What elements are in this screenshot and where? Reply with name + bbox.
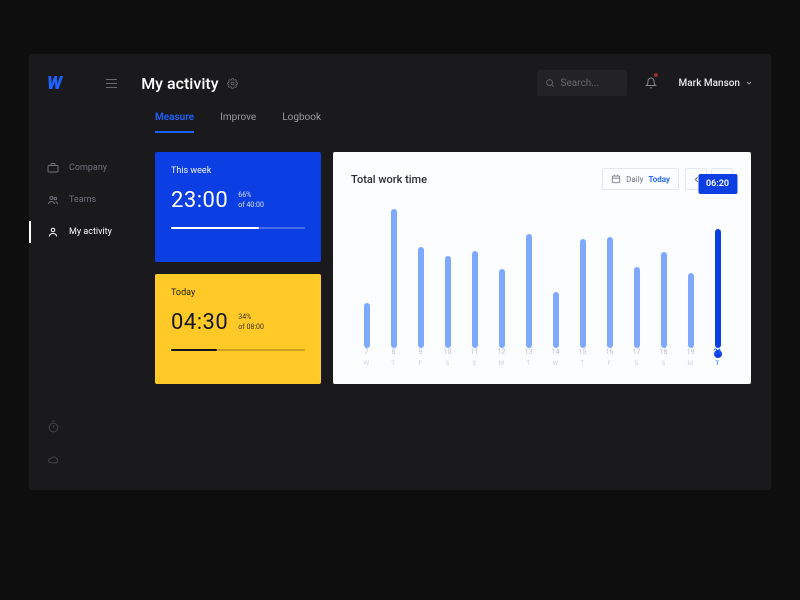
- chart-bar[interactable]: 06:20: [704, 198, 731, 348]
- axis-label: 14W: [542, 348, 569, 374]
- axis-label: 10S: [434, 348, 461, 374]
- axis-label: 16F: [596, 348, 623, 374]
- chart-bar[interactable]: [380, 198, 407, 348]
- tabs: Measure Improve Logbook: [29, 112, 771, 136]
- chart-body: 06:20 7W8T9F10S11S12M13T14W15T16F17S18S1…: [351, 198, 733, 374]
- progress-bar: [171, 227, 305, 229]
- tab-measure[interactable]: Measure: [155, 112, 194, 133]
- summary-cards: This week 23:00 66% of 40:00 Today: [155, 152, 321, 490]
- chart-bar[interactable]: [542, 198, 569, 348]
- axis-label: 21T: [704, 348, 731, 374]
- chart-bar[interactable]: [569, 198, 596, 348]
- range-today: Today: [648, 175, 670, 184]
- card-time-value: 23:00: [171, 188, 228, 213]
- user-name: Mark Manson: [679, 78, 740, 89]
- chart-bar[interactable]: [596, 198, 623, 348]
- card-this-week: This week 23:00 66% of 40:00: [155, 152, 321, 262]
- card-meta: 34% of 08:00: [238, 313, 264, 332]
- chart-bar[interactable]: [434, 198, 461, 348]
- axis-label: 13T: [515, 348, 542, 374]
- chart-bar[interactable]: [515, 198, 542, 348]
- chart-card: Total work time Daily Today 06:2: [333, 152, 751, 384]
- range-scope: Daily: [626, 175, 643, 184]
- chart-bar[interactable]: [650, 198, 677, 348]
- calendar-icon: [611, 174, 621, 184]
- tab-logbook[interactable]: Logbook: [282, 112, 321, 133]
- bell-icon[interactable]: [645, 74, 657, 93]
- sidebar-item-teams[interactable]: Teams: [29, 184, 155, 216]
- card-today: Today 04:30 34% of 08:00: [155, 274, 321, 384]
- search-input[interactable]: Search...: [537, 70, 627, 96]
- user-menu[interactable]: Mark Manson: [679, 78, 753, 89]
- chart-bar[interactable]: [488, 198, 515, 348]
- sidebar: Company Teams My activity: [29, 136, 155, 490]
- chart-bar[interactable]: [407, 198, 434, 348]
- progress-fill: [171, 227, 259, 229]
- card-meta: 66% of 40:00: [238, 191, 264, 210]
- chart-x-axis: 7W8T9F10S11S12M13T14W15T16F17S18S19M21T: [351, 348, 733, 374]
- main: This week 23:00 66% of 40:00 Today: [155, 136, 771, 490]
- progress-bar: [171, 349, 305, 351]
- axis-label: 11S: [461, 348, 488, 374]
- axis-label: 8T: [380, 348, 407, 374]
- progress-fill: [171, 349, 217, 351]
- chart-bars: 06:20: [351, 198, 733, 348]
- briefcase-icon: [47, 162, 59, 174]
- app-window: W My activity Search... Mark Manson Meas…: [29, 54, 771, 490]
- axis-label: 15T: [569, 348, 596, 374]
- chart-header: Total work time Daily Today: [351, 168, 733, 190]
- chart-tooltip: 06:20: [698, 174, 737, 194]
- card-label: This week: [171, 166, 305, 176]
- axis-label: 19M: [677, 348, 704, 374]
- axis-label: 17S: [623, 348, 650, 374]
- chevron-down-icon: [745, 79, 753, 87]
- people-icon: [47, 194, 59, 206]
- axis-label: 18S: [650, 348, 677, 374]
- chart-bar[interactable]: [677, 198, 704, 348]
- chart-bar[interactable]: [461, 198, 488, 348]
- notification-dot: [654, 73, 658, 77]
- page-title: My activity: [141, 74, 218, 93]
- person-icon: [47, 226, 59, 238]
- gear-icon[interactable]: [227, 74, 238, 93]
- chart-title: Total work time: [351, 173, 427, 186]
- card-time-value: 04:30: [171, 310, 228, 335]
- tab-improve[interactable]: Improve: [220, 112, 256, 133]
- card-label: Today: [171, 288, 305, 298]
- search-icon: [545, 78, 555, 88]
- axis-label: 7W: [353, 348, 380, 374]
- logo[interactable]: W: [47, 73, 60, 94]
- chart-bar[interactable]: [623, 198, 650, 348]
- sidebar-item-label: My activity: [69, 227, 112, 237]
- range-selector[interactable]: Daily Today: [602, 168, 679, 190]
- sidebar-item-my-activity[interactable]: My activity: [29, 216, 155, 248]
- stopwatch-icon[interactable]: [47, 418, 155, 437]
- chart-bar[interactable]: [353, 198, 380, 348]
- cloud-icon[interactable]: [47, 451, 155, 470]
- axis-label: 12M: [488, 348, 515, 374]
- body: Company Teams My activity: [29, 136, 771, 490]
- search-placeholder: Search...: [561, 78, 600, 89]
- sidebar-item-label: Company: [69, 163, 107, 173]
- sidebar-item-label: Teams: [69, 195, 96, 205]
- sidebar-item-company[interactable]: Company: [29, 152, 155, 184]
- axis-label: 9F: [407, 348, 434, 374]
- menu-toggle-icon[interactable]: [106, 79, 117, 88]
- topbar: W My activity Search... Mark Manson: [29, 54, 771, 112]
